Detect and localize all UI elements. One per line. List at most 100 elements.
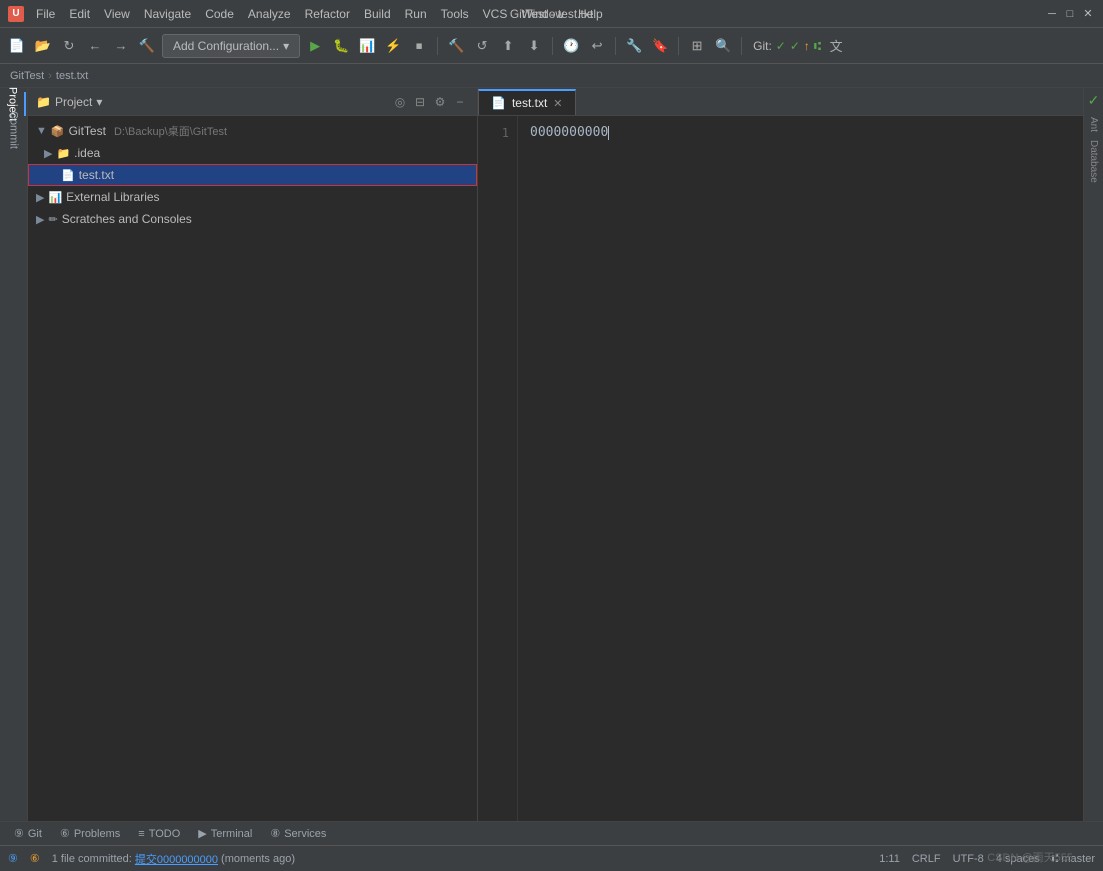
tree-test-txt[interactable]: 📄 test.txt — [28, 164, 477, 186]
services-tab-icon: ⑧ — [270, 827, 280, 840]
update-button[interactable]: ⬆ — [497, 35, 519, 57]
git-status-area: Git: ✓ ✓ ↑ ⑆ — [753, 39, 821, 53]
translate-button[interactable]: 文 — [825, 35, 847, 57]
bottom-tab-services[interactable]: ⑧ Services — [262, 823, 334, 845]
menu-analyze[interactable]: Analyze — [242, 5, 297, 23]
close-button[interactable]: ✕ — [1081, 7, 1095, 21]
menu-view[interactable]: View — [98, 5, 136, 23]
editor-area: 📄 test.txt ✕ 1 0000000000 — [478, 88, 1083, 821]
tree-idea-folder[interactable]: ▶ 📁 .idea — [28, 142, 477, 164]
menu-edit[interactable]: Edit — [63, 5, 96, 23]
bottom-tab-problems[interactable]: ⑥ Problems — [52, 823, 128, 845]
find-button[interactable]: 🔍 — [712, 35, 734, 57]
project-tree: ▼ 📦 GitTest D:\Backup\桌面\GitTest ▶ 📁 .id… — [28, 116, 477, 821]
editor-check-icon: ✓ — [1088, 92, 1100, 109]
tree-test-txt-label: test.txt — [79, 168, 114, 182]
tree-scratches[interactable]: ▶ ✏ Scratches and Consoles — [28, 208, 477, 230]
breadcrumb-file[interactable]: test.txt — [56, 70, 88, 82]
toolbar-separator-1 — [437, 37, 438, 55]
new-file-button[interactable]: 📄 — [6, 35, 28, 57]
bottom-tabs: ⑨ Git ⑥ Problems ≡ TODO ▶ Terminal ⑧ Ser… — [0, 821, 1103, 845]
bottom-tab-terminal[interactable]: ▶ Terminal — [190, 823, 260, 845]
problems-status-item[interactable]: ⑥ — [30, 852, 40, 865]
layout-button[interactable]: ⊞ — [686, 35, 708, 57]
git-push-icon[interactable]: ↑ — [804, 39, 810, 53]
patch-button[interactable]: ⬇ — [523, 35, 545, 57]
locate-button[interactable]: ◎ — [391, 93, 409, 111]
menu-navigate[interactable]: Navigate — [138, 5, 197, 23]
toolbar-separator-4 — [678, 37, 679, 55]
run-button[interactable]: ▶ — [304, 35, 326, 57]
menu-file[interactable]: File — [30, 5, 61, 23]
menu-build[interactable]: Build — [358, 5, 397, 23]
profile-button[interactable]: ⚡ — [382, 35, 404, 57]
chevron-down-icon[interactable]: ▾ — [96, 95, 102, 109]
reload-button[interactable]: ↺ — [471, 35, 493, 57]
toolbar-separator-5 — [741, 37, 742, 55]
maximize-button[interactable]: □ — [1063, 7, 1077, 21]
open-button[interactable]: 📂 — [32, 35, 54, 57]
editor-content[interactable]: 1 0000000000 — [478, 116, 1083, 821]
minimize-button[interactable]: ─ — [1045, 7, 1059, 21]
toolbar-separator-2 — [552, 37, 553, 55]
main-layout: Project Commit 📁 Project ▾ ◎ ⊟ ⚙ − ▼ 📦 G… — [0, 88, 1103, 821]
coverage-button[interactable]: 📊 — [356, 35, 378, 57]
folder-icon: 📁 — [36, 95, 51, 109]
build-project-button[interactable]: 🔨 — [445, 35, 467, 57]
add-config-dropdown-icon[interactable]: ▾ — [283, 39, 289, 53]
tab-close-button[interactable]: ✕ — [553, 97, 562, 110]
bottom-tab-todo[interactable]: ≡ TODO — [130, 823, 188, 845]
todo-tab-label: TODO — [149, 828, 181, 840]
run-config-button[interactable]: 🔨 — [136, 35, 158, 57]
commit-status-item: 1 file committed: 提交0000000000 (moments … — [52, 851, 295, 867]
collapse-button[interactable]: ⊟ — [411, 93, 429, 111]
debug-button[interactable]: 🐛 — [330, 35, 352, 57]
git-status-item[interactable]: ⑨ — [8, 852, 18, 865]
toolbar: 📄 📂 ↻ ← → 🔨 Add Configuration... ▾ ▶ 🐛 📊… — [0, 28, 1103, 64]
history-button[interactable]: 🕐 — [560, 35, 582, 57]
menu-tools[interactable]: Tools — [435, 5, 475, 23]
commit-link[interactable]: 提交0000000000 — [135, 851, 218, 867]
tree-external-libraries[interactable]: ▶ 📊 External Libraries — [28, 186, 477, 208]
right-strip-database[interactable]: Database — [1088, 140, 1099, 183]
revert-button[interactable]: ↩ — [586, 35, 608, 57]
project-panel-actions: ◎ ⊟ ⚙ − — [391, 93, 469, 111]
cursor-position[interactable]: 1:11 — [879, 853, 900, 865]
right-strip-ant[interactable]: Ant — [1088, 117, 1099, 132]
sync-button[interactable]: ↻ — [58, 35, 80, 57]
editor-line-1: 0000000000 — [530, 125, 609, 140]
status-bar: ⑨ ⑥ 1 file committed: 提交0000000000 (mome… — [0, 845, 1103, 871]
tree-root[interactable]: ▼ 📦 GitTest D:\Backup\桌面\GitTest — [28, 120, 477, 142]
encoding[interactable]: UTF-8 — [953, 853, 984, 865]
settings-button[interactable]: 🔧 — [623, 35, 645, 57]
root-folder-icon: 📦 — [51, 125, 65, 138]
chevron-right-icon: ▶ — [44, 147, 52, 160]
add-configuration-button[interactable]: Add Configuration... ▾ — [162, 34, 300, 58]
git-tab-icon: ⑨ — [14, 827, 24, 840]
line-ending[interactable]: CRLF — [912, 853, 941, 865]
right-panel-strip: ✓ Ant Database — [1083, 88, 1103, 821]
scratches-icon: ✏ — [48, 213, 57, 226]
editor-tabs: 📄 test.txt ✕ — [478, 88, 1083, 116]
stop-button[interactable]: ⏹ — [408, 35, 430, 57]
git-tab-label: Git — [28, 828, 42, 840]
editor-tab-test-txt[interactable]: 📄 test.txt ✕ — [478, 89, 576, 115]
menu-vcs[interactable]: VCS — [477, 5, 514, 23]
bottom-tab-git[interactable]: ⑨ Git — [6, 823, 50, 845]
menu-code[interactable]: Code — [199, 5, 240, 23]
idea-folder-icon: 📁 — [56, 147, 70, 160]
sidebar-item-commit[interactable]: Commit — [2, 118, 26, 142]
bookmark-button[interactable]: 🔖 — [649, 35, 671, 57]
menu-run[interactable]: Run — [399, 5, 433, 23]
panel-settings-button[interactable]: ⚙ — [431, 93, 449, 111]
panel-close-button[interactable]: − — [451, 93, 469, 111]
breadcrumb-project[interactable]: GitTest — [10, 70, 44, 82]
line-ending-text: CRLF — [912, 853, 941, 865]
left-sidebar-strip: Project Commit — [0, 88, 28, 821]
breadcrumb-sep-1: › — [48, 70, 52, 82]
back-button[interactable]: ← — [84, 35, 106, 57]
editor-text-area[interactable]: 0000000000 — [518, 116, 1083, 821]
forward-button[interactable]: → — [110, 35, 132, 57]
menu-refactor[interactable]: Refactor — [299, 5, 356, 23]
tab-label: test.txt — [512, 96, 547, 110]
